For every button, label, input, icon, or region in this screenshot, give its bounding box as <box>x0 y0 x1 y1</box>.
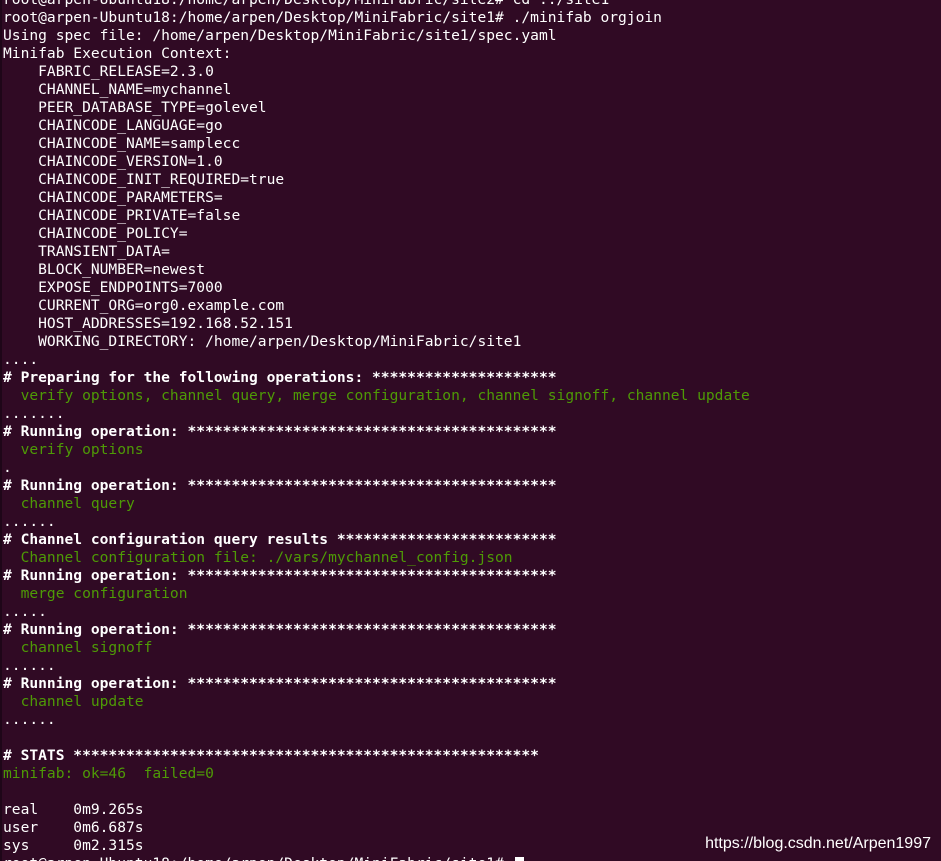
terminal-line-text: PEER_DATABASE_TYPE=golevel <box>3 99 267 116</box>
terminal-line-text: # Running operation: *******************… <box>3 621 557 638</box>
terminal-line-text: ...... <box>3 711 56 728</box>
terminal-line: Minifab Execution Context: <box>2 45 941 63</box>
terminal-line-text: CURRENT_ORG=org0.example.com <box>3 297 285 314</box>
terminal-output: root@arpen-Ubuntu18:/home/arpen/Desktop/… <box>2 0 941 861</box>
terminal-line-text: ...... <box>3 513 56 530</box>
terminal-line: BLOCK_NUMBER=newest <box>2 261 941 279</box>
terminal-line: Using spec file: /home/arpen/Desktop/Min… <box>2 27 941 45</box>
terminal-line-text: root@arpen-Ubuntu18:/home/arpen/Desktop/… <box>3 855 513 861</box>
terminal-line: # Running operation: *******************… <box>2 567 941 585</box>
terminal-line-text: ....... <box>3 405 65 422</box>
terminal-line-text: channel query <box>3 495 135 512</box>
terminal-line: root@arpen-Ubuntu18:/home/arpen/Desktop/… <box>2 9 941 27</box>
terminal-line: # STATS ********************************… <box>2 747 941 765</box>
terminal-line: CHAINCODE_POLICY= <box>2 225 941 243</box>
terminal-line-text: CHAINCODE_POLICY= <box>3 225 188 242</box>
terminal-line: ..... <box>2 603 941 621</box>
terminal-line: EXPOSE_ENDPOINTS=7000 <box>2 279 941 297</box>
terminal-prompt-line[interactable]: root@arpen-Ubuntu18:/home/arpen/Desktop/… <box>2 855 941 861</box>
terminal-line: channel signoff <box>2 639 941 657</box>
terminal-line-text: ..... <box>3 603 47 620</box>
terminal-line-text: CHAINCODE_NAME=samplecc <box>3 135 241 152</box>
terminal-line-text: Channel configuration file: ./vars/mycha… <box>3 549 513 566</box>
terminal-line-text: BLOCK_NUMBER=newest <box>3 261 206 278</box>
terminal-line: # Running operation: *******************… <box>2 477 941 495</box>
terminal-line: TRANSIENT_DATA= <box>2 243 941 261</box>
terminal-line-text: # Running operation: *******************… <box>3 477 557 494</box>
terminal-line: CHAINCODE_NAME=samplecc <box>2 135 941 153</box>
terminal-line: CHAINCODE_VERSION=1.0 <box>2 153 941 171</box>
terminal-line: # Channel configuration query results **… <box>2 531 941 549</box>
terminal-line-text: verify options <box>3 441 144 458</box>
terminal-line: ...... <box>2 657 941 675</box>
terminal-line-text: # Running operation: *******************… <box>3 567 557 584</box>
terminal-line-text: FABRIC_RELEASE=2.3.0 <box>3 63 214 80</box>
terminal-line: # Running operation: *******************… <box>2 423 941 441</box>
terminal-line-text: verify options, channel query, merge con… <box>3 387 750 404</box>
terminal-line: # Running operation: *******************… <box>2 621 941 639</box>
terminal-line-text: user 0m6.687s <box>3 819 144 836</box>
terminal-line-text: channel update <box>3 693 144 710</box>
terminal-line-text: real 0m9.265s <box>3 801 144 818</box>
terminal-cursor[interactable] <box>514 856 524 861</box>
terminal-line: . <box>2 459 941 477</box>
terminal-line: merge configuration <box>2 585 941 603</box>
terminal-line-text: sys 0m2.315s <box>3 837 144 854</box>
terminal-line: .... <box>2 351 941 369</box>
terminal-line-text: # Running operation: *******************… <box>3 675 557 692</box>
terminal-line-text: # Preparing for the following operations… <box>3 369 557 386</box>
terminal-line: PEER_DATABASE_TYPE=golevel <box>2 99 941 117</box>
terminal-line-text: root@arpen-Ubuntu18:/home/arpen/Desktop/… <box>3 0 609 8</box>
watermark-text: https://blog.csdn.net/Arpen1997 <box>705 835 931 852</box>
terminal-line-text: CHAINCODE_PARAMETERS= <box>3 189 223 206</box>
terminal-line: ...... <box>2 513 941 531</box>
terminal-line: ....... <box>2 405 941 423</box>
terminal-line: # Preparing for the following operations… <box>2 369 941 387</box>
terminal-line: CHANNEL_NAME=mychannel <box>2 81 941 99</box>
terminal-line: WORKING_DIRECTORY: /home/arpen/Desktop/M… <box>2 333 941 351</box>
terminal-line-text: root@arpen-Ubuntu18:/home/arpen/Desktop/… <box>3 9 662 26</box>
terminal-line-text: merge configuration <box>3 585 188 602</box>
terminal-line: root@arpen-Ubuntu18:/home/arpen/Desktop/… <box>2 0 941 9</box>
terminal-line-text: # Running operation: *******************… <box>3 423 557 440</box>
terminal-line: Channel configuration file: ./vars/mycha… <box>2 549 941 567</box>
terminal-line-text: minifab: ok=46 failed=0 <box>3 765 214 782</box>
terminal-line-text: HOST_ADDRESSES=192.168.52.151 <box>3 315 293 332</box>
terminal-line-text: Using spec file: /home/arpen/Desktop/Min… <box>3 27 557 44</box>
terminal-line: channel update <box>2 693 941 711</box>
terminal-line-text: CHAINCODE_LANGUAGE=go <box>3 117 223 134</box>
terminal-line-text: CHAINCODE_INIT_REQUIRED=true <box>3 171 285 188</box>
terminal-line-text: CHAINCODE_VERSION=1.0 <box>3 153 223 170</box>
terminal-line: real 0m9.265s <box>2 801 941 819</box>
terminal-line-text: .... <box>3 351 39 368</box>
terminal-line-text: channel signoff <box>3 639 153 656</box>
terminal-line-text: ...... <box>3 657 56 674</box>
terminal-line: channel query <box>2 495 941 513</box>
terminal-line: CURRENT_ORG=org0.example.com <box>2 297 941 315</box>
terminal-line: verify options <box>2 441 941 459</box>
terminal-line-text: CHAINCODE_PRIVATE=false <box>3 207 241 224</box>
terminal-line: CHAINCODE_INIT_REQUIRED=true <box>2 171 941 189</box>
terminal-line-text: . <box>3 459 12 476</box>
terminal-window[interactable]: root@arpen-Ubuntu18:/home/arpen/Desktop/… <box>0 0 941 861</box>
terminal-line: minifab: ok=46 failed=0 <box>2 765 941 783</box>
terminal-line-text: # STATS ********************************… <box>3 747 539 764</box>
terminal-line-text: # Channel configuration query results **… <box>3 531 557 548</box>
terminal-line: CHAINCODE_LANGUAGE=go <box>2 117 941 135</box>
terminal-line-text: WORKING_DIRECTORY: /home/arpen/Desktop/M… <box>3 333 522 350</box>
terminal-line: FABRIC_RELEASE=2.3.0 <box>2 63 941 81</box>
terminal-line: ...... <box>2 711 941 729</box>
terminal-line: # Running operation: *******************… <box>2 675 941 693</box>
terminal-line-text: Minifab Execution Context: <box>3 45 232 62</box>
terminal-line-text: CHANNEL_NAME=mychannel <box>3 81 232 98</box>
terminal-line-text: TRANSIENT_DATA= <box>3 243 170 260</box>
terminal-line: CHAINCODE_PARAMETERS= <box>2 189 941 207</box>
terminal-line: CHAINCODE_PRIVATE=false <box>2 207 941 225</box>
terminal-line: verify options, channel query, merge con… <box>2 387 941 405</box>
terminal-line-text: EXPOSE_ENDPOINTS=7000 <box>3 279 223 296</box>
terminal-line: HOST_ADDRESSES=192.168.52.151 <box>2 315 941 333</box>
